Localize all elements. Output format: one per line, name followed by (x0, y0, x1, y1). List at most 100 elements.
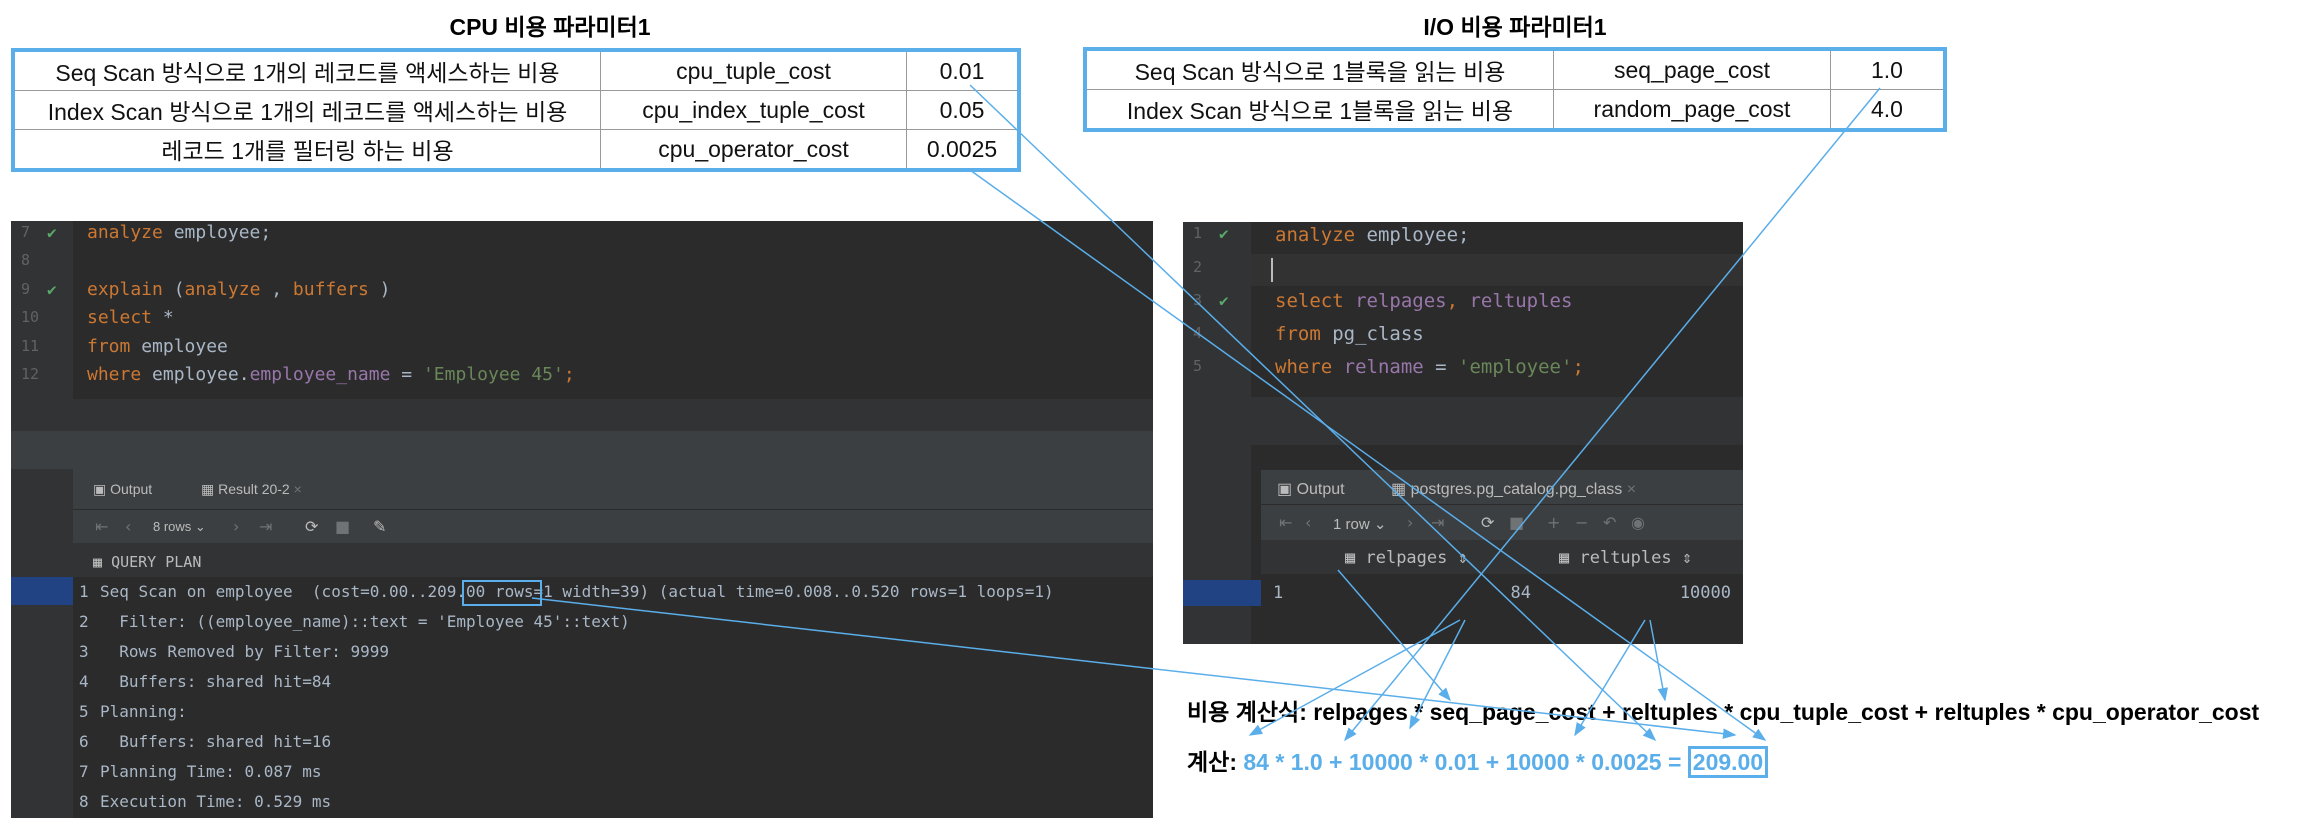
first-page-icon[interactable]: ⇤ (95, 517, 108, 536)
tab-output[interactable]: ▣ Output (93, 481, 152, 498)
close-icon[interactable]: × (1622, 481, 1636, 498)
table-row[interactable]: Filter: ((employee_name)::text = 'Employ… (100, 612, 630, 631)
param-name: random_page_cost (1553, 89, 1831, 131)
cpu-params-table: Seq Scan 방식으로 1개의 레코드를 액세스하는 비용 cpu_tupl… (11, 48, 1021, 172)
code-line: from pg_class (1275, 323, 1424, 345)
table-row[interactable]: Rows Removed by Filter: 9999 (100, 642, 389, 661)
output-icon: ▣ (93, 481, 111, 497)
table-row[interactable]: Seq Scan on employee (cost=0.00..209.00 … (100, 582, 1054, 601)
row-number: 5 (79, 702, 89, 721)
param-desc: Seq Scan 방식으로 1블록을 읽는 비용 (1084, 48, 1554, 90)
tab-result[interactable]: ▦ postgres.pg_catalog.pg_class × (1391, 479, 1636, 499)
rows-selector[interactable]: 8 rows ⌄ (153, 519, 206, 535)
table-row: Seq Scan 방식으로 1개의 레코드를 액세스하는 비용 cpu_tupl… (12, 49, 1020, 91)
param-value: 1.0 (1830, 48, 1946, 90)
line-number: 5 (1193, 357, 1203, 375)
next-page-icon[interactable]: › (233, 517, 239, 536)
view-icon[interactable]: ◉ (1631, 513, 1645, 532)
table-row[interactable]: Planning Time: 0.087 ms (100, 762, 322, 781)
row-number: 8 (79, 792, 89, 811)
last-page-icon[interactable]: ⇥ (259, 517, 272, 536)
sort-icon[interactable]: ⇕ (1447, 548, 1468, 568)
row-number: 7 (79, 762, 89, 781)
tab-result[interactable]: ▦ Result 20-2 × (201, 481, 302, 498)
close-icon[interactable]: × (290, 481, 302, 497)
param-name: cpu_index_tuple_cost (600, 90, 907, 130)
revert-icon[interactable]: ↶ (1603, 513, 1616, 532)
table-icon: ▦ (93, 553, 112, 571)
io-params-title: I/O 비용 파라미터1 (1423, 14, 1607, 40)
table-icon: ▦ (201, 481, 219, 497)
cost-calculation: 계산: 84 * 1.0 + 10000 * 0.01 + 10000 * 0.… (1187, 743, 1769, 778)
line-number: 4 (1193, 324, 1203, 342)
calc-result: 209.00 (1687, 746, 1769, 778)
check-icon: ✔ (47, 223, 57, 242)
rows-selector[interactable]: 1 row ⌄ (1333, 515, 1386, 533)
calc-equals: = (1667, 749, 1682, 775)
prev-page-icon[interactable]: ‹ (125, 517, 131, 536)
line-number: 7 (21, 223, 31, 241)
last-page-icon[interactable]: ⇥ (1431, 513, 1444, 532)
code-line: where relname = 'employee'; (1275, 356, 1584, 378)
line-number: 2 (1193, 258, 1203, 276)
row-number: 1 (79, 582, 89, 601)
first-page-icon[interactable]: ⇤ (1279, 513, 1292, 532)
stop-icon[interactable]: ■ (1509, 513, 1524, 532)
table-row[interactable]: Planning: (100, 702, 187, 721)
line-number: 1 (1193, 224, 1203, 242)
refresh-icon[interactable]: ⟳ (305, 517, 318, 536)
table-row[interactable]: Buffers: shared hit=84 (100, 672, 331, 691)
stop-icon[interactable]: ■ (335, 517, 350, 536)
code-line: select * (87, 307, 174, 328)
tab-output[interactable]: ▣ Output (1277, 479, 1345, 499)
line-number: 11 (21, 337, 40, 355)
prev-page-icon[interactable]: ‹ (1305, 513, 1311, 532)
param-name: cpu_operator_cost (600, 129, 907, 171)
param-value: 0.0025 (906, 129, 1020, 171)
cell-relpages[interactable]: 84 (1471, 583, 1531, 603)
table-icon: ▦ (1391, 481, 1411, 498)
cost-formula: 비용 계산식: relpages * seq_page_cost + reltu… (1187, 693, 2259, 727)
param-value: 0.05 (906, 90, 1020, 130)
check-icon: ✔ (1219, 291, 1229, 310)
refresh-icon[interactable]: ⟳ (1481, 513, 1494, 532)
output-icon: ▣ (1277, 481, 1297, 498)
results-panel: ▣ Output ▦ postgres.pg_catalog.pg_class … (1261, 470, 1743, 644)
cost-highlight-box (462, 580, 542, 606)
table-row[interactable]: Execution Time: 0.529 ms (100, 792, 331, 811)
add-icon[interactable]: + (1547, 513, 1560, 532)
row-number: 6 (79, 732, 89, 751)
param-value: 0.01 (906, 49, 1020, 91)
right-ide: 1 ✔ 2 3 ✔ 4 5 analyze employee; select rel… (1183, 222, 1743, 644)
results-panel: ▣ Output ▦ Result 20-2 × ⇤ ‹ 8 rows ⌄ › … (11, 469, 1153, 818)
code-editor[interactable]: 7 ✔ 8 9 ✔ 10 11 12 analyze employee; expla… (11, 221, 1153, 403)
row-number: 3 (79, 642, 89, 661)
table-row: Index Scan 방식으로 1개의 레코드를 액세스하는 비용 cpu_in… (12, 90, 1020, 130)
column-header[interactable]: ▦ QUERY PLAN (93, 553, 201, 571)
column-header-reltuples[interactable]: ▦ reltuples ⇕ (1559, 548, 1692, 568)
code-line: explain (analyze , buffers ) (87, 279, 391, 300)
column-header-relpages[interactable]: ▦ relpages ⇕ (1345, 548, 1468, 568)
row-number: 1 (1273, 583, 1284, 603)
io-params-table: Seq Scan 방식으로 1블록을 읽는 비용 seq_page_cost 1… (1083, 47, 1947, 132)
next-page-icon[interactable]: › (1407, 513, 1413, 532)
param-desc: 레코드 1개를 필터링 하는 비용 (12, 129, 601, 171)
table-row: Seq Scan 방식으로 1블록을 읽는 비용 seq_page_cost 1… (1084, 48, 1946, 90)
param-name: cpu_tuple_cost (600, 49, 907, 91)
check-icon: ✔ (1219, 224, 1229, 243)
param-name: seq_page_cost (1553, 48, 1831, 90)
left-ide: 7 ✔ 8 9 ✔ 10 11 12 analyze employee; expla… (11, 221, 1153, 818)
table-row[interactable]: Buffers: shared hit=16 (100, 732, 331, 751)
remove-icon[interactable]: − (1575, 513, 1588, 532)
pin-icon[interactable]: ✎ (373, 517, 386, 536)
code-editor[interactable]: 1 ✔ 2 3 ✔ 4 5 analyze employee; select rel… (1183, 222, 1743, 397)
cpu-params-title: CPU 비용 파라미터1 (449, 14, 651, 40)
formula-expression: relpages * seq_page_cost + reltuples * c… (1313, 699, 2260, 725)
row-number: 2 (79, 612, 89, 631)
code-line: analyze employee; (1275, 224, 1470, 246)
line-number: 10 (21, 308, 40, 326)
sort-icon[interactable]: ⇕ (1672, 548, 1692, 568)
cell-reltuples[interactable]: 10000 (1641, 583, 1731, 603)
table-row: Index Scan 방식으로 1블록을 읽는 비용 random_page_c… (1084, 89, 1946, 131)
table-row: 레코드 1개를 필터링 하는 비용 cpu_operator_cost 0.00… (12, 129, 1020, 171)
